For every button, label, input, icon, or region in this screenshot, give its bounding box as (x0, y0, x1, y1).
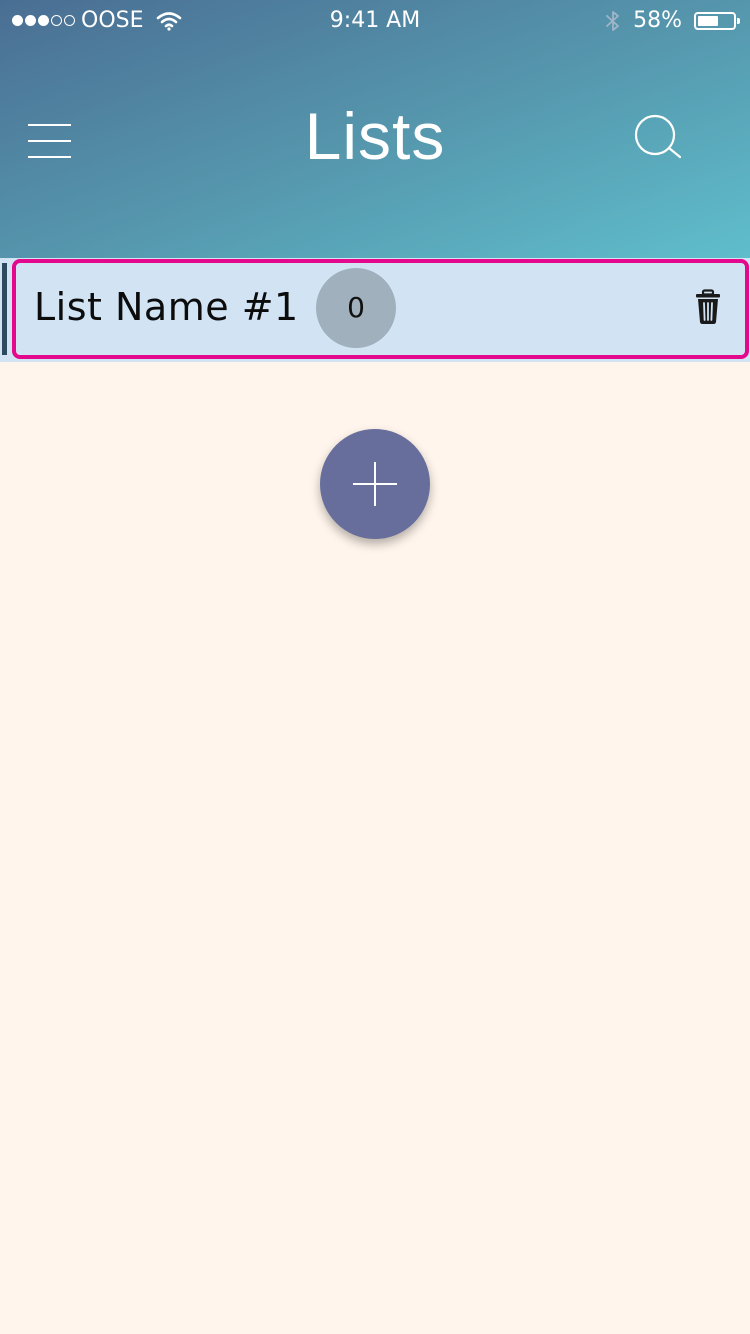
plus-icon (353, 462, 397, 506)
battery-percent: 58% (633, 8, 682, 33)
add-list-button[interactable] (320, 429, 430, 539)
battery-level (698, 15, 718, 26)
status-bar: OOSE 9:41 AM 58% (0, 0, 750, 40)
status-right: 58% (605, 8, 740, 33)
item-count-badge: 0 (316, 268, 396, 348)
list-name: List Name #1 (34, 285, 299, 329)
list-item[interactable]: List Name #1 0 (12, 259, 749, 359)
list-side-indicator (2, 263, 7, 355)
lists-container: List Name #1 0 (0, 258, 750, 362)
search-icon[interactable] (630, 112, 686, 164)
trash-icon[interactable] (694, 289, 722, 325)
header: OOSE 9:41 AM 58% Lists (0, 0, 750, 258)
battery-icon (694, 11, 740, 30)
battery-tip (737, 17, 740, 24)
bluetooth-icon (606, 10, 619, 31)
